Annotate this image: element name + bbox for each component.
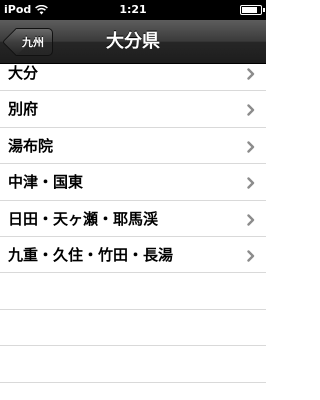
battery-fill bbox=[242, 7, 258, 13]
list-item bbox=[0, 273, 266, 310]
list-item-label: 大分 bbox=[8, 64, 39, 82]
list-item[interactable]: 日田・天ヶ瀬・耶馬渓 bbox=[0, 201, 266, 237]
list-item-label: 日田・天ヶ瀬・耶馬渓 bbox=[8, 209, 159, 228]
list-item-label: 湯布院 bbox=[8, 136, 54, 155]
status-clock: 1:21 bbox=[119, 3, 147, 16]
list-item[interactable]: 九重・久住・竹田・長湯 bbox=[0, 237, 266, 274]
list-item[interactable]: 別府 bbox=[0, 91, 266, 128]
list-item bbox=[0, 346, 266, 383]
region-list: 大分別府湯布院中津・国東日田・天ヶ瀬・耶馬渓 九重・久住・竹田・長湯 bbox=[0, 55, 266, 400]
list-item bbox=[0, 310, 266, 347]
list-item[interactable]: 中津・国東 bbox=[0, 164, 266, 201]
list-item[interactable]: 湯布院 bbox=[0, 128, 266, 165]
chevron-right-icon bbox=[247, 141, 255, 153]
chevron-right-icon bbox=[247, 104, 255, 117]
chevron-right-icon bbox=[247, 250, 255, 262]
list-item-label: 中津・国東 bbox=[8, 173, 84, 192]
chevron-right-icon bbox=[247, 68, 255, 80]
chevron-right-icon bbox=[247, 177, 255, 189]
list-item-label: 別府 bbox=[8, 100, 39, 119]
chevron-right-icon bbox=[247, 213, 255, 226]
status-bar: iPod 1:21 bbox=[0, 0, 266, 20]
list-item[interactable]: 大分 bbox=[0, 55, 266, 92]
list-item-label: 九重・久住・竹田・長湯 bbox=[8, 245, 174, 264]
battery-icon bbox=[240, 5, 265, 15]
